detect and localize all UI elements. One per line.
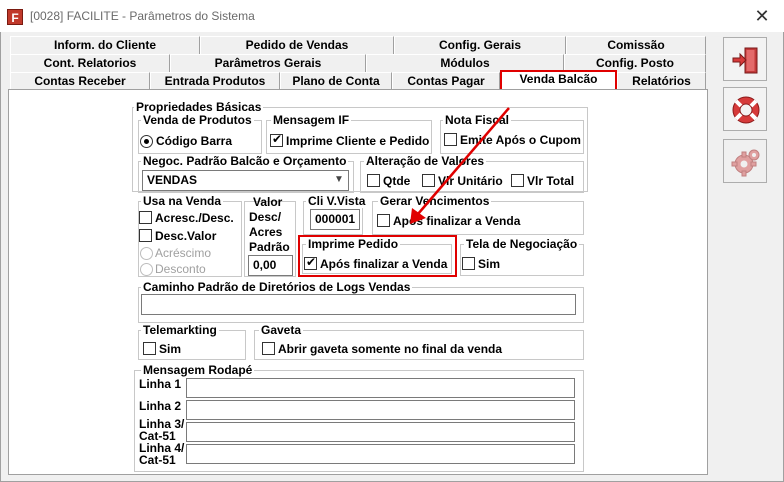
- annotation-arrow-line: [417, 107, 510, 215]
- annotation-arrow-head: [410, 208, 426, 224]
- annotation-arrow: [410, 107, 510, 224]
